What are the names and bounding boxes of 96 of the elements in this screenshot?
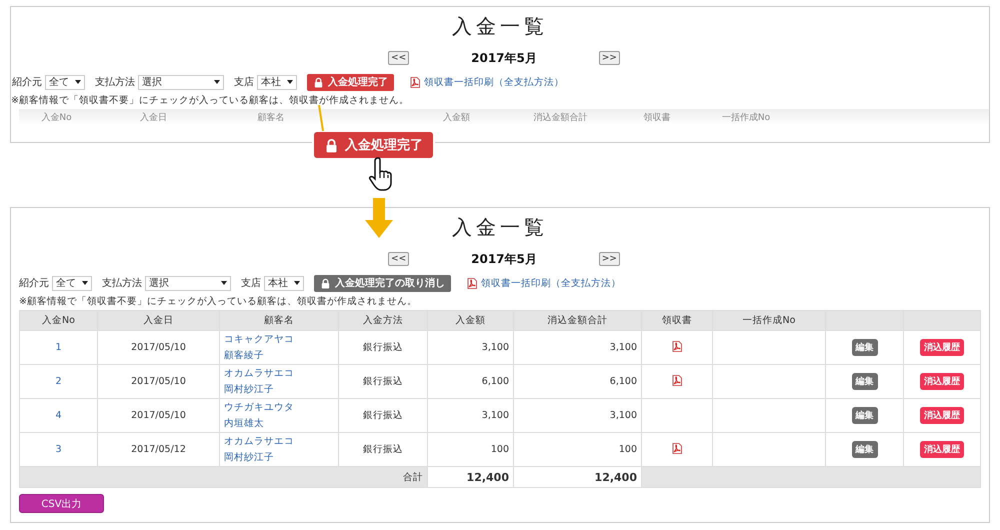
table-cell: 2017/05/10 <box>98 398 220 432</box>
lock-icon <box>324 138 339 152</box>
column-header: 消込金額合計 <box>532 112 588 124</box>
table-cell: 2017/05/10 <box>98 330 220 364</box>
filter-label: 支払方法 <box>102 276 142 290</box>
edit-button[interactable]: 編集 <box>852 407 878 424</box>
notice-text: ※顧客情報で「領収書不要」にチェックが入っている顧客は、領収書が作成されません。 <box>19 295 418 309</box>
table-cell: 6,100 <box>428 364 514 398</box>
column-header: 消込金額合計 <box>514 310 642 330</box>
history-button[interactable]: 消込履歴 <box>920 373 964 390</box>
print-receipts-link[interactable]: 領収書一括印刷（全支払方法） <box>467 276 621 290</box>
table-cell: 3,100 <box>428 398 514 432</box>
dropdown-field[interactable]: 本社 <box>264 276 304 290</box>
edit-button[interactable]: 編集 <box>852 373 878 390</box>
table-cell: 3,100 <box>514 330 642 364</box>
table-cell: 銀行振込 <box>338 398 428 432</box>
column-header: 一括作成No <box>712 310 826 330</box>
caret-icon <box>294 281 300 285</box>
dropdown-field[interactable]: 選択 <box>138 74 224 90</box>
previous-month-button[interactable]: << <box>388 51 410 65</box>
edit-button[interactable]: 編集 <box>852 339 878 356</box>
page-title: 入金一覧 <box>452 214 548 241</box>
pdf-icon <box>467 278 477 288</box>
next-month-button[interactable]: >> <box>598 51 620 65</box>
csv-export-button[interactable]: CSV出力 <box>19 494 104 513</box>
column-header: 入金No <box>40 112 73 124</box>
pdf-icon[interactable] <box>672 340 682 352</box>
filter-label: 紹介元 <box>12 76 42 89</box>
table-cell: 銀行振込 <box>338 330 428 364</box>
lock-button[interactable]: 入金処理完了の取り消し <box>314 274 451 292</box>
caret-icon <box>214 80 220 84</box>
filter-label: 紹介元 <box>19 277 49 290</box>
total-cell: 12,400 <box>428 466 514 488</box>
print-receipts-link[interactable]: 領収書一括印刷（全支払方法） <box>410 76 564 88</box>
table-cell: 6,100 <box>514 364 642 398</box>
leader-line <box>318 105 324 131</box>
pdf-icon[interactable] <box>672 442 682 454</box>
history-button[interactable]: 消込履歴 <box>920 441 964 458</box>
filter-label: 支払方法 <box>95 76 135 89</box>
column-header: 一括作成No <box>720 112 772 124</box>
customer-name-link[interactable]: 顧客綾子 <box>224 348 334 364</box>
lock-button-callout: 入金処理完了 <box>314 132 433 158</box>
column-header: 入金方法 <box>338 310 428 330</box>
filter-label: 支店 <box>234 76 254 89</box>
caret-icon <box>287 80 293 84</box>
caret-icon <box>82 281 88 285</box>
customer-name-link[interactable]: 岡村紗江子 <box>224 382 334 398</box>
pdf-icon <box>410 76 420 88</box>
month-label: 2017年5月 <box>471 250 537 268</box>
customer-kana-link[interactable]: コキャクアヤコ <box>224 332 334 348</box>
column-header: 領収書 <box>642 310 712 330</box>
column-header: 顧客名 <box>220 310 338 330</box>
history-button[interactable]: 消込履歴 <box>920 407 964 424</box>
table-cell: 2017/05/10 <box>98 364 220 398</box>
dropdown-field[interactable]: 全て <box>52 276 92 290</box>
payment-number-link[interactable]: 2 <box>55 376 62 387</box>
table-cell: 100 <box>428 432 514 466</box>
customer-kana-link[interactable]: オカムラサエコ <box>224 434 334 450</box>
payment-number-link[interactable]: 3 <box>55 444 62 455</box>
column-header: 入金日 <box>98 310 220 330</box>
column-header: 入金日 <box>139 112 168 124</box>
table-cell: 3,100 <box>514 398 642 432</box>
column-header: 入金額 <box>428 310 514 330</box>
table-cell: 3,100 <box>428 330 514 364</box>
month-label: 2017年5月 <box>471 50 537 66</box>
history-button[interactable]: 消込履歴 <box>920 339 964 356</box>
lock-icon <box>320 278 331 288</box>
pdf-icon[interactable] <box>672 374 682 386</box>
column-header: 領収書 <box>642 112 672 124</box>
caret-icon <box>75 80 81 84</box>
notice-text: ※顧客情報で「領収書不要」にチェックが入っている顧客は、領収書が作成されません。 <box>11 94 410 108</box>
payment-number-link[interactable]: 1 <box>55 342 62 353</box>
lock-button[interactable]: 入金処理完了 <box>307 74 394 90</box>
customer-name-link[interactable]: 内垣雄太 <box>224 416 334 432</box>
total-cell: 12,400 <box>514 466 642 488</box>
lock-icon <box>313 76 324 88</box>
customer-name-link[interactable]: 岡村紗江子 <box>224 450 334 466</box>
total-label: 合計 <box>403 472 423 482</box>
down-arrow-icon <box>365 198 393 238</box>
previous-month-button[interactable]: << <box>388 252 410 266</box>
table-cell: 銀行振込 <box>338 364 428 398</box>
filter-label: 支店 <box>241 276 261 290</box>
payment-number-link[interactable]: 4 <box>55 410 62 421</box>
dropdown-field[interactable]: 本社 <box>257 74 297 90</box>
dropdown-field[interactable]: 全て <box>45 74 85 90</box>
column-header: 入金No <box>20 310 98 330</box>
next-month-button[interactable]: >> <box>598 252 620 266</box>
customer-kana-link[interactable]: ウチガキユウタ <box>224 400 334 416</box>
column-header: 入金額 <box>442 112 471 124</box>
customer-kana-link[interactable]: オカムラサエコ <box>224 366 334 382</box>
table-cell: 100 <box>514 432 642 466</box>
caret-icon <box>221 281 227 285</box>
page-title: 入金一覧 <box>452 13 548 40</box>
column-header: 顧客名 <box>256 112 286 124</box>
dropdown-field[interactable]: 選択 <box>145 276 231 290</box>
edit-button[interactable]: 編集 <box>852 441 878 458</box>
